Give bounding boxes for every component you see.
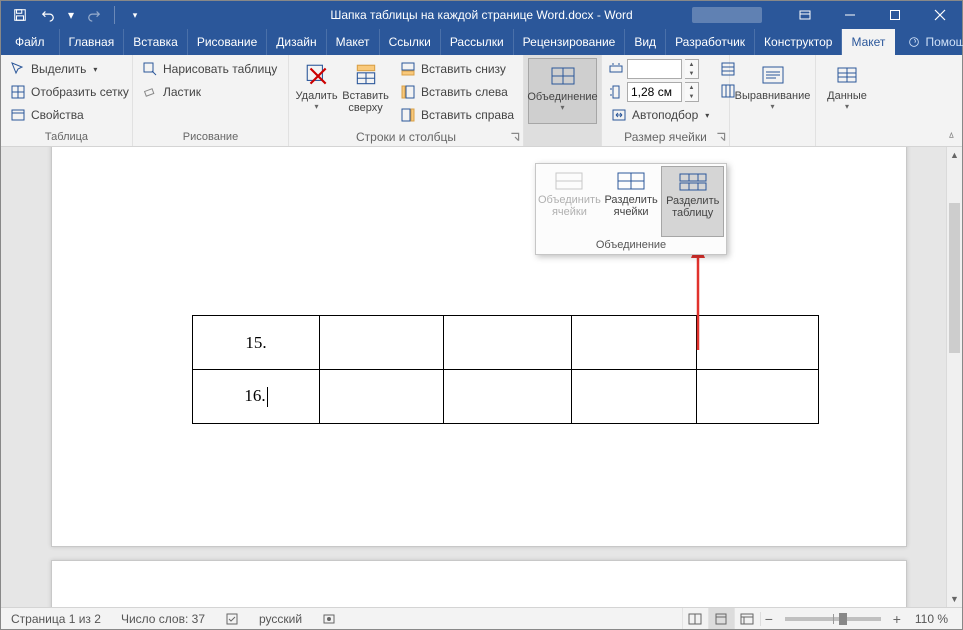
spellcheck-button[interactable] bbox=[215, 608, 249, 629]
select-button[interactable]: Выделить▾ bbox=[5, 58, 134, 80]
autofit-button[interactable]: Автоподбор▾ bbox=[606, 104, 714, 126]
vertical-scrollbar[interactable]: ▲ ▼ bbox=[946, 147, 962, 607]
dialog-launcher-icon[interactable] bbox=[715, 131, 727, 143]
tell-me[interactable]: Помощ bbox=[897, 29, 963, 55]
merge-dropdown-panel: Объединить ячейки Разделить ячейки Разде… bbox=[535, 163, 727, 255]
zoom-out-button[interactable]: − bbox=[761, 611, 777, 627]
window-controls bbox=[782, 1, 962, 29]
group-label-cellsize: Размер ячейки bbox=[602, 130, 729, 146]
tell-me-label: Помощ bbox=[925, 35, 963, 49]
insert-below-button[interactable]: Вставить снизу bbox=[395, 58, 519, 80]
tab-view[interactable]: Вид bbox=[625, 29, 666, 55]
col-width-input[interactable]: 1,28 см ▲▼ bbox=[606, 81, 714, 103]
merge-cells-item: Объединить ячейки bbox=[538, 166, 601, 237]
redo-button[interactable] bbox=[83, 4, 105, 26]
row-height-input[interactable]: ▲▼ bbox=[606, 58, 714, 80]
title-bar: ▾ ▾ Шапка таблицы на каждой странице Wor… bbox=[1, 1, 962, 29]
table-1[interactable]: 15. 16. bbox=[192, 315, 819, 424]
dropdown-footer: Объединение bbox=[536, 239, 726, 254]
eraser-button[interactable]: Ластик bbox=[137, 81, 282, 103]
table-cell: 16. bbox=[193, 370, 320, 424]
scroll-up-button[interactable]: ▲ bbox=[947, 147, 962, 163]
zoom-level[interactable]: 110 % bbox=[905, 608, 962, 629]
tab-layout[interactable]: Макет bbox=[327, 29, 380, 55]
tab-references[interactable]: Ссылки bbox=[380, 29, 441, 55]
dialog-launcher-icon[interactable] bbox=[509, 131, 521, 143]
tab-review[interactable]: Рецензирование bbox=[514, 29, 626, 55]
alignment-button[interactable]: Выравнивание▾ bbox=[734, 58, 811, 124]
word-count[interactable]: Число слов: 37 bbox=[111, 608, 215, 629]
tab-draw[interactable]: Рисование bbox=[188, 29, 267, 55]
scroll-track[interactable] bbox=[947, 163, 962, 591]
properties-button[interactable]: Свойства bbox=[5, 104, 134, 126]
quick-access-toolbar: ▾ ▾ bbox=[1, 1, 146, 29]
group-label-table: Таблица bbox=[1, 130, 132, 146]
tab-design[interactable]: Дизайн bbox=[267, 29, 326, 55]
draw-table-button[interactable]: Нарисовать таблицу bbox=[137, 58, 282, 80]
account-area bbox=[692, 1, 762, 29]
merge-split-button[interactable]: Объединение▾ bbox=[528, 58, 597, 124]
group-label-align bbox=[730, 130, 815, 146]
minimize-button[interactable] bbox=[827, 1, 872, 29]
page-indicator[interactable]: Страница 1 из 2 bbox=[1, 608, 111, 629]
undo-button[interactable] bbox=[37, 4, 59, 26]
scroll-down-button[interactable]: ▼ bbox=[947, 591, 962, 607]
table-row: 16. bbox=[193, 370, 819, 424]
group-label-drawing: Рисование bbox=[133, 130, 288, 146]
tab-table-layout[interactable]: Макет bbox=[842, 29, 895, 55]
ribbon-tabs: Файл Главная Вставка Рисование Дизайн Ма… bbox=[1, 29, 962, 55]
annotation-arrow-icon bbox=[687, 242, 709, 352]
data-button[interactable]: Данные▾ bbox=[821, 58, 873, 124]
scroll-thumb[interactable] bbox=[949, 203, 960, 353]
group-label-data bbox=[816, 130, 878, 146]
language-button[interactable]: русский bbox=[249, 608, 312, 629]
page-1: 15. 16. bbox=[51, 147, 907, 547]
group-label-rowscols: Строки и столбцы bbox=[289, 130, 523, 146]
table-cell: 15. bbox=[193, 316, 320, 370]
print-layout-button[interactable] bbox=[708, 608, 734, 629]
document-area[interactable]: 15. 16. 17. 18. bbox=[1, 147, 946, 607]
tab-file[interactable]: Файл bbox=[1, 29, 60, 55]
split-table-item[interactable]: Разделить таблицу bbox=[661, 166, 724, 237]
tab-insert[interactable]: Вставка bbox=[124, 29, 188, 55]
zoom-slider[interactable] bbox=[785, 617, 881, 621]
tab-home[interactable]: Главная bbox=[60, 29, 125, 55]
read-mode-button[interactable] bbox=[682, 608, 708, 629]
save-button[interactable] bbox=[9, 4, 31, 26]
ribbon: Выделить▾ Отобразить сетку Свойства Табл… bbox=[1, 55, 962, 147]
ribbon-display-button[interactable] bbox=[782, 1, 827, 29]
insert-right-button[interactable]: Вставить справа bbox=[395, 104, 519, 126]
page-2: 17. 18. bbox=[51, 560, 907, 607]
tab-mailings[interactable]: Рассылки bbox=[441, 29, 514, 55]
tab-table-design[interactable]: Конструктор bbox=[755, 29, 842, 55]
table-row: 15. bbox=[193, 316, 819, 370]
split-cells-item[interactable]: Разделить ячейки bbox=[601, 166, 662, 237]
window-title: Шапка таблицы на каждой странице Word.do… bbox=[330, 8, 632, 22]
group-label-merge bbox=[524, 130, 601, 146]
status-bar: Страница 1 из 2 Число слов: 37 русский −… bbox=[1, 607, 962, 629]
web-layout-button[interactable] bbox=[734, 608, 760, 629]
macro-button[interactable] bbox=[312, 608, 346, 629]
insert-above-button[interactable]: Вставить сверху bbox=[340, 58, 391, 124]
maximize-button[interactable] bbox=[872, 1, 917, 29]
zoom-in-button[interactable]: + bbox=[889, 611, 905, 627]
undo-dropdown[interactable]: ▾ bbox=[65, 4, 77, 26]
insert-left-button[interactable]: Вставить слева bbox=[395, 81, 519, 103]
close-button[interactable] bbox=[917, 1, 962, 29]
view-gridlines-button[interactable]: Отобразить сетку bbox=[5, 81, 134, 103]
collapse-ribbon-button[interactable]: ㅿ bbox=[947, 127, 956, 142]
qat-customize[interactable]: ▾ bbox=[124, 4, 146, 26]
tab-developer[interactable]: Разработчик bbox=[666, 29, 755, 55]
delete-button[interactable]: Удалить▾ bbox=[293, 58, 340, 124]
